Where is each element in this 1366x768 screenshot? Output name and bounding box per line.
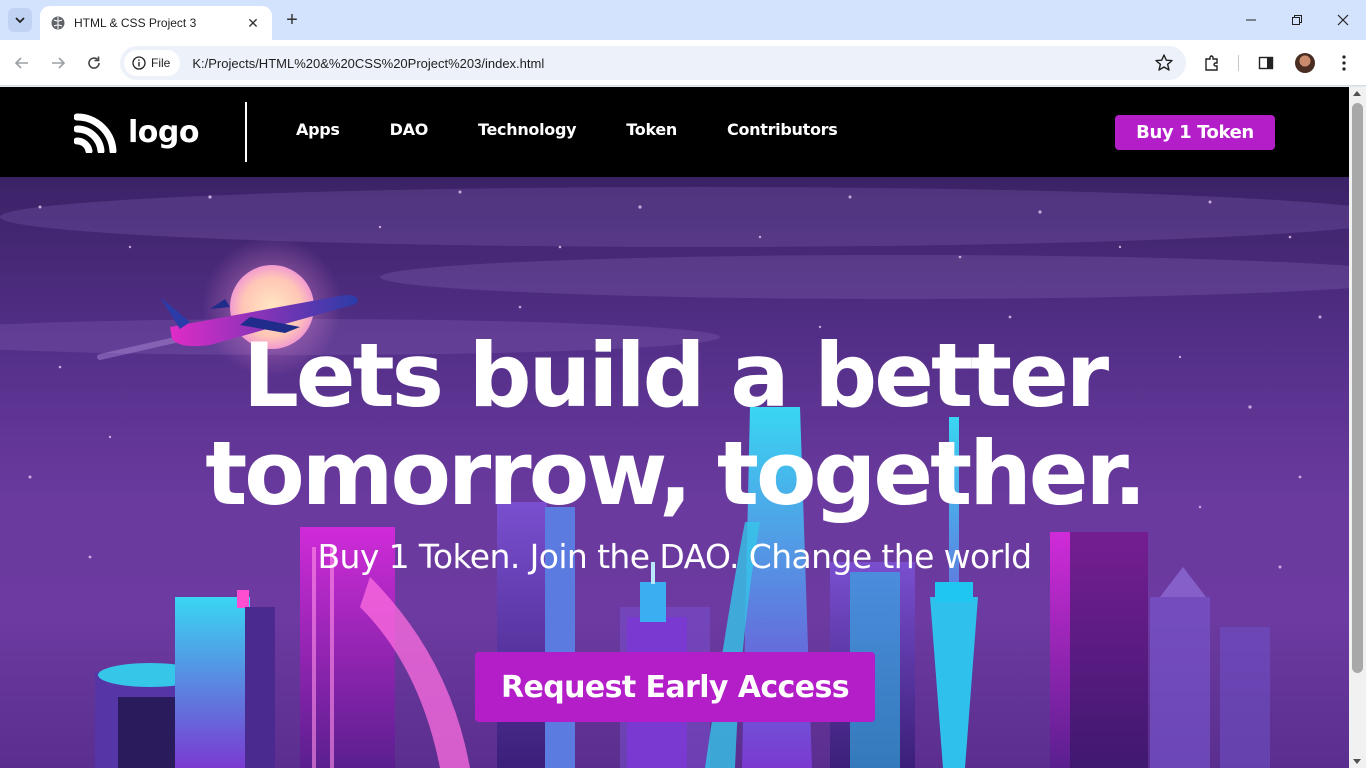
tab-search-button[interactable] [8, 8, 32, 32]
rss-logo-icon [74, 113, 117, 153]
avatar [1295, 53, 1315, 73]
restore-icon [1292, 15, 1302, 25]
page-viewport: logo Apps DAO Technology Token Contribut… [0, 87, 1349, 768]
browser-tabstrip: HTML & CSS Project 3 ✕ + [0, 0, 1366, 40]
reload-icon [88, 56, 100, 69]
site-header: logo Apps DAO Technology Token Contribut… [0, 87, 1349, 177]
menu-button[interactable] [1330, 49, 1358, 77]
page-scrollbar[interactable] [1349, 87, 1366, 768]
main-nav: Apps DAO Technology Token Contributors [296, 120, 887, 139]
arrow-left-icon [14, 57, 28, 69]
address-bar[interactable]: File K:/Projects/HTML%20&%20CSS%20Projec… [120, 46, 1186, 80]
browser-tab[interactable]: HTML & CSS Project 3 ✕ [40, 6, 272, 40]
reload-button[interactable] [80, 49, 108, 77]
nav-link-contributors[interactable]: Contributors [727, 120, 838, 139]
close-icon [1337, 14, 1349, 26]
minimize-icon [1246, 19, 1256, 21]
profile-button[interactable] [1291, 49, 1319, 77]
restore-button[interactable] [1274, 0, 1320, 40]
close-tab-icon[interactable]: ✕ [244, 14, 262, 32]
site-logo[interactable]: logo [74, 111, 199, 153]
scroll-down-arrow-icon[interactable] [1353, 759, 1361, 764]
toolbar-separator [1238, 55, 1239, 71]
scroll-up-arrow-icon[interactable] [1353, 91, 1361, 96]
request-early-access-button[interactable]: Request Early Access [475, 652, 875, 722]
back-button[interactable] [8, 49, 36, 77]
url-text[interactable]: K:/Projects/HTML%20&%20CSS%20Project%203… [192, 56, 544, 71]
hero-headline-line2: tomorrow, together. [205, 422, 1147, 525]
buy-token-button[interactable]: Buy 1 Token [1115, 115, 1275, 150]
bookmark-star-icon[interactable] [1154, 53, 1174, 73]
more-vertical-icon [1342, 55, 1346, 71]
puzzle-icon [1205, 55, 1218, 71]
forward-button[interactable] [44, 49, 72, 77]
side-panel-button[interactable] [1252, 49, 1280, 77]
nav-link-apps[interactable]: Apps [296, 120, 340, 139]
info-icon [132, 56, 146, 70]
chevron-down-icon [15, 17, 25, 24]
minimize-button[interactable] [1228, 0, 1274, 40]
browser-toolbar: File K:/Projects/HTML%20&%20CSS%20Projec… [0, 40, 1366, 86]
site-info-chip[interactable]: File [124, 50, 181, 76]
globe-icon [51, 16, 65, 30]
new-tab-button[interactable]: + [282, 10, 302, 30]
nav-link-dao[interactable]: DAO [390, 120, 429, 139]
hero-section: Lets build a better tomorrow, together. … [0, 177, 1349, 768]
hero-subheading: Buy 1 Token. Join the DAO. Change the wo… [317, 537, 1032, 576]
tab-title: HTML & CSS Project 3 [74, 16, 197, 30]
logo-text: logo [128, 114, 199, 150]
extensions-button[interactable] [1198, 49, 1226, 77]
arrow-right-icon [52, 57, 66, 69]
header-divider [245, 102, 247, 162]
address-chip-label: File [151, 56, 171, 70]
side-panel-icon [1258, 56, 1274, 70]
close-window-button[interactable] [1320, 0, 1366, 40]
hero-headline-line1: Lets build a better [242, 324, 1109, 427]
scrollbar-thumb[interactable] [1352, 103, 1363, 673]
nav-link-token[interactable]: Token [626, 120, 677, 139]
nav-link-technology[interactable]: Technology [478, 120, 577, 139]
